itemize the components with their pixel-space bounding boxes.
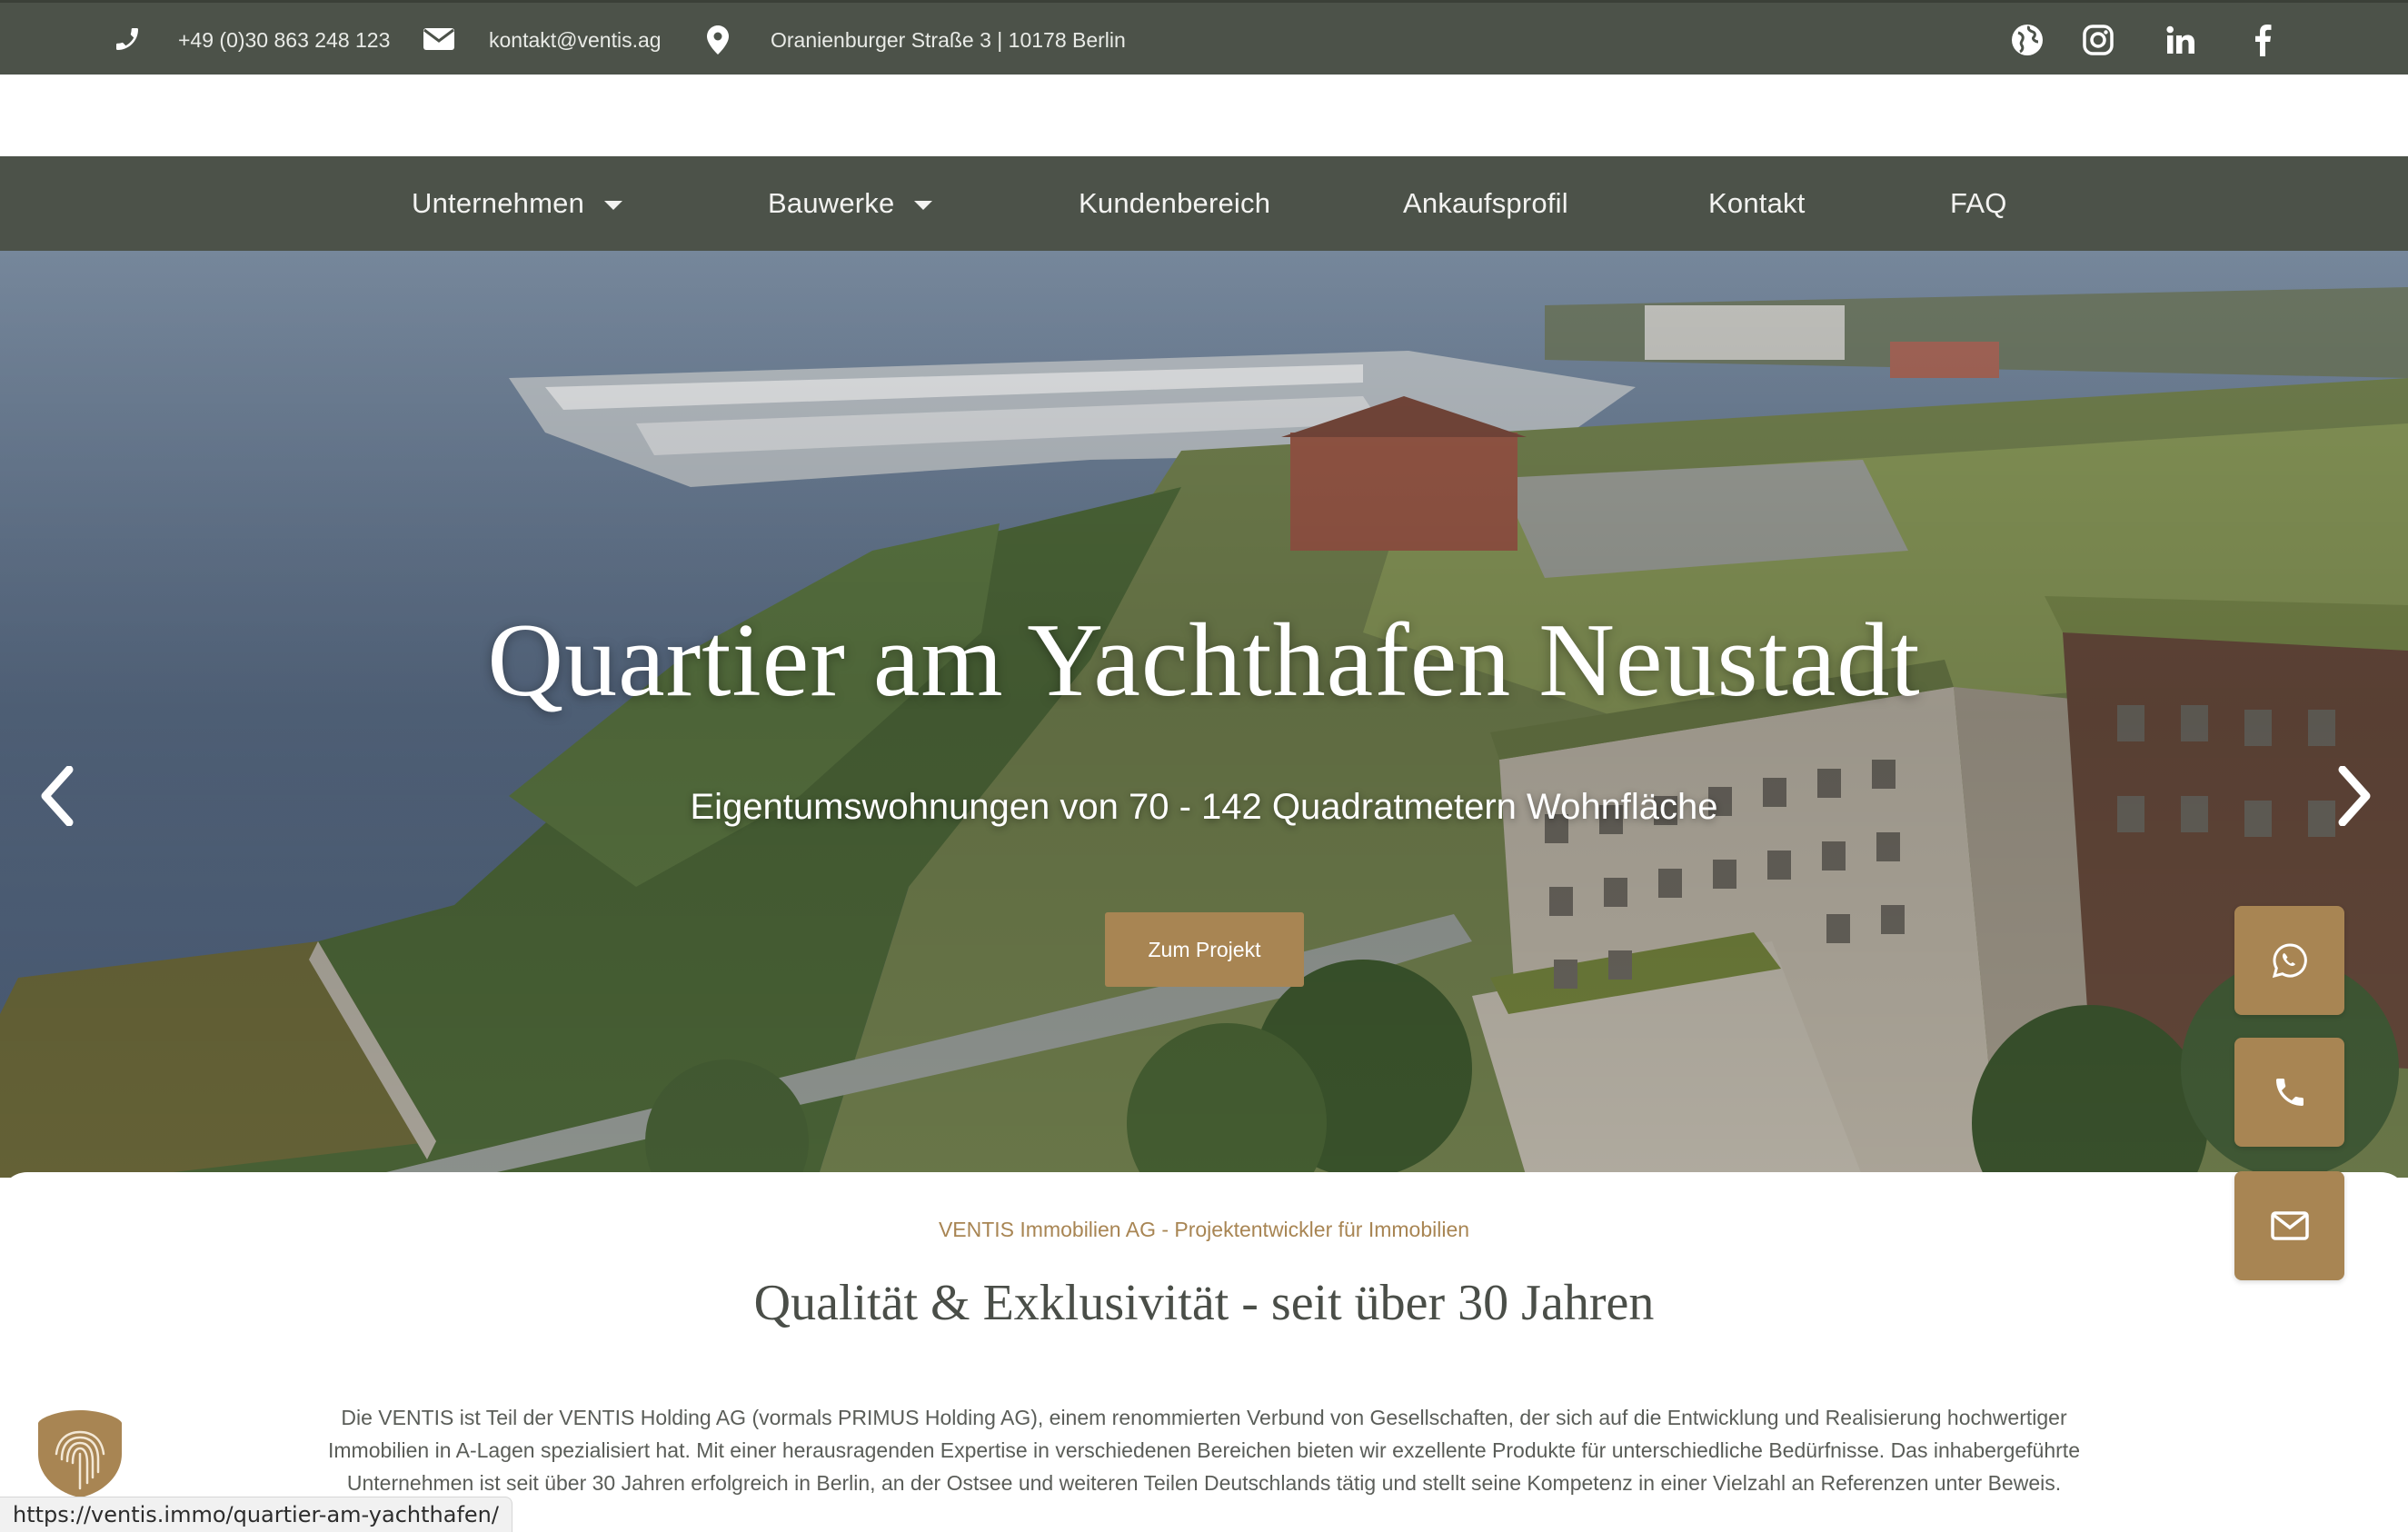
nav-item-faq[interactable]: FAQ xyxy=(1950,156,2007,251)
email-contact[interactable]: kontakt@ventis.ag xyxy=(423,3,662,77)
nav-item-label: Kundenbereich xyxy=(1079,187,1271,219)
map-pin-icon xyxy=(707,25,731,55)
slider-prev-arrow[interactable] xyxy=(29,760,84,832)
whatsapp-icon xyxy=(2272,943,2307,979)
facebook-icon[interactable] xyxy=(2254,3,2272,77)
call-button[interactable] xyxy=(2234,1038,2344,1147)
fingerprint-badge-icon[interactable] xyxy=(36,1408,124,1499)
nav-item-kontakt[interactable]: Kontakt xyxy=(1708,156,1806,251)
phone-number: +49 (0)30 863 248 123 xyxy=(178,27,391,52)
intro-heading: Qualität & Exklusivität - seit über 30 J… xyxy=(753,1275,1655,1331)
slider-next-arrow[interactable] xyxy=(2328,760,2383,832)
mail-button[interactable] xyxy=(2234,1171,2344,1280)
phone-icon xyxy=(113,25,144,55)
envelope-icon xyxy=(423,26,456,54)
chevron-right-icon xyxy=(2338,766,2371,826)
top-contact-bar: +49 (0)30 863 248 123 kontakt@ventis.ag … xyxy=(0,0,2408,75)
instagram-icon[interactable] xyxy=(2083,3,2114,77)
nav-item-label: Bauwerke xyxy=(768,187,895,219)
nav-item-label: Unternehmen xyxy=(412,187,585,219)
nav-item-unternehmen[interactable]: Unternehmen xyxy=(412,156,623,251)
linkedin-icon[interactable] xyxy=(2166,3,2195,77)
caret-down-icon xyxy=(604,201,623,210)
hero-title: Quartier am Yachthafen Neustadt xyxy=(487,602,1921,719)
nav-item-label: Kontakt xyxy=(1708,187,1806,219)
globe-icon[interactable] xyxy=(2011,3,2044,77)
nav-item-kundenbereich[interactable]: Kundenbereich xyxy=(1079,156,1270,251)
nav-item-ankaufsprofil[interactable]: Ankaufsprofil xyxy=(1403,156,1568,251)
intro-section: VENTIS Immobilien AG - Projektentwickler… xyxy=(0,1172,2408,1532)
intro-eyebrow: VENTIS Immobilien AG - Projektentwickler… xyxy=(938,1218,1470,1241)
chevron-left-icon xyxy=(41,766,74,826)
nav-item-label: FAQ xyxy=(1950,187,2007,219)
main-navigation: Unternehmen Bauwerke Kundenbereich Ankau… xyxy=(0,156,2408,251)
phone-contact[interactable]: +49 (0)30 863 248 123 xyxy=(113,3,390,77)
intro-body: Die VENTIS ist Teil der VENTIS Holding A… xyxy=(328,1406,2080,1495)
nav-item-bauwerke[interactable]: Bauwerke xyxy=(768,156,933,251)
caret-down-icon xyxy=(914,201,933,210)
email-address: kontakt@ventis.ag xyxy=(489,27,662,52)
status-bar-url: https://ventis.immo/quartier-am-yachthaf… xyxy=(0,1497,512,1532)
mail-icon xyxy=(2270,1211,2309,1240)
page: +49 (0)30 863 248 123 kontakt@ventis.ag … xyxy=(0,0,2408,1532)
address-text: Oranienburger Straße 3 | 10178 Berlin xyxy=(771,27,1126,52)
phone-icon xyxy=(2275,1079,2304,1106)
nav-item-label: Ankaufsprofil xyxy=(1403,187,1568,219)
zum-projekt-button[interactable]: Zum Projekt xyxy=(1105,912,1304,987)
header-spacer xyxy=(0,75,2408,156)
hero-slider: Quartier am Yachthafen Neustadt Eigentum… xyxy=(0,251,2408,1178)
whatsapp-button[interactable] xyxy=(2234,906,2344,1015)
hero-subtitle: Eigentumswohnungen von 70 - 142 Quadratm… xyxy=(690,787,1718,827)
address-contact: Oranienburger Straße 3 | 10178 Berlin xyxy=(707,3,1126,77)
